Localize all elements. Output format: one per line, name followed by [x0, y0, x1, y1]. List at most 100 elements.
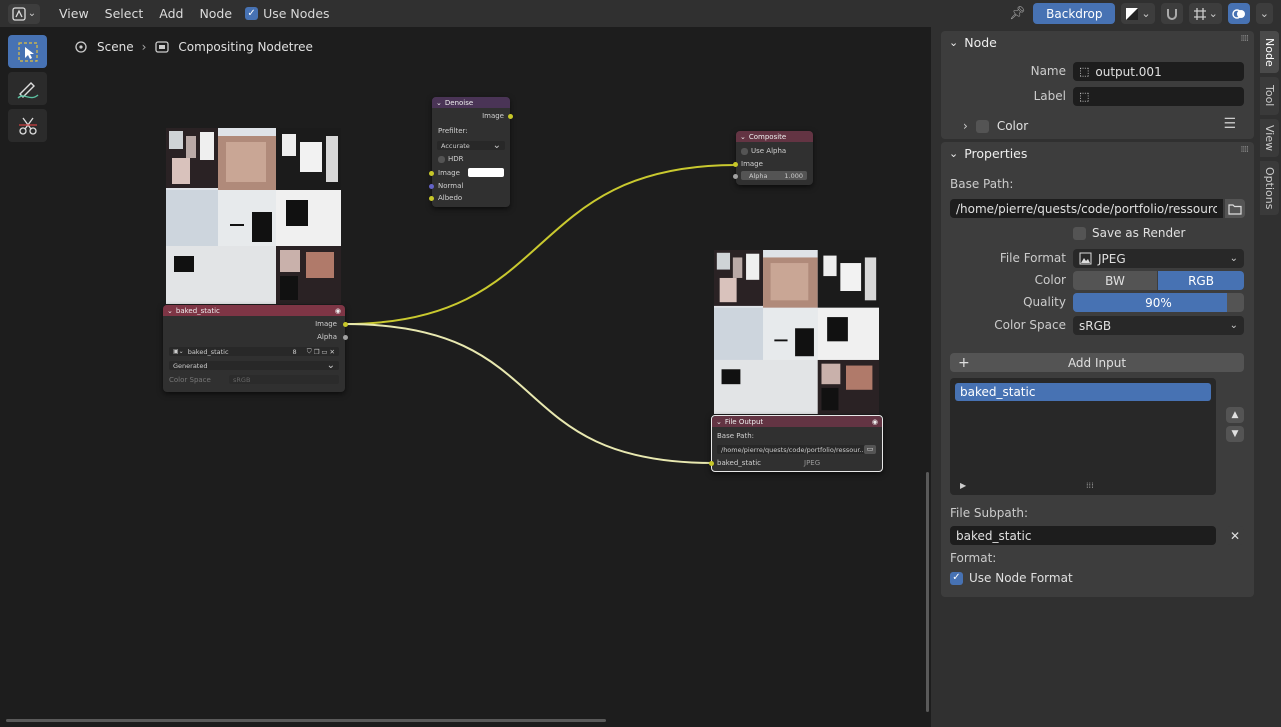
node-name-field[interactable]: ⬚ output.001	[1073, 62, 1244, 81]
menu-view[interactable]: View	[52, 3, 96, 24]
denoise-normal-input-socket[interactable]	[429, 184, 434, 189]
breadcrumb-scene[interactable]: Scene	[97, 40, 134, 54]
save-as-render-label: Save as Render	[1092, 226, 1186, 240]
color-mode-bw[interactable]: BW	[1073, 271, 1157, 290]
overlay-dropdown[interactable]: ⌄	[1255, 3, 1273, 24]
folder-icon[interactable]: ▭	[864, 445, 876, 454]
denoise-hdr-checkbox[interactable]	[438, 156, 445, 163]
composite-node[interactable]: ⌄ Composite Use Alpha Image Alpha 1.000	[733, 131, 813, 185]
add-input-label: Add Input	[1067, 355, 1127, 370]
breadcrumb-nodetree[interactable]: Compositing Nodetree	[178, 40, 313, 54]
folder-icon[interactable]: ▭	[321, 348, 327, 356]
annotate-tool[interactable]	[8, 72, 47, 105]
use-node-format-checkbox[interactable]: ✓	[950, 571, 963, 585]
link-image-to-file-output	[344, 323, 714, 464]
collapse-chevron-icon[interactable]: ⌄	[740, 133, 746, 141]
file-format-dropdown[interactable]: JPEG ⌄	[1073, 249, 1244, 268]
snap-mode-selector[interactable]: ⌄	[1188, 3, 1222, 24]
image-colorspace-value: sRGB	[233, 375, 251, 384]
tab-node[interactable]: Node	[1260, 31, 1279, 73]
color-space-dropdown[interactable]: sRGB ⌄	[1073, 316, 1244, 335]
composite-image-input-socket[interactable]	[733, 162, 738, 167]
browse-folder-button[interactable]	[1225, 199, 1245, 218]
file-output-node[interactable]: ⌄ File Output ◉ Base Path: /home/pierre/…	[709, 415, 883, 472]
composite-alpha-field[interactable]: Alpha 1.000	[741, 171, 807, 180]
denoise-image-color-swatch[interactable]	[468, 168, 504, 177]
add-input-button[interactable]: + Add Input	[950, 353, 1244, 372]
file-subpath-value: baked_static	[956, 528, 1032, 543]
base-path-field[interactable]: /home/pierre/quests/code/portfolio/resso…	[950, 199, 1223, 218]
node-editor-canvas[interactable]: Scene › Compositing Nodetree ⌄ baked_sta…	[0, 27, 931, 727]
denoise-prefilter-dropdown[interactable]: Accurate ⌄	[437, 140, 505, 151]
image-output-socket[interactable]	[343, 322, 348, 327]
move-down-button[interactable]: ▼	[1226, 426, 1244, 442]
remove-input-button[interactable]: ✕	[1226, 526, 1244, 545]
node-label-field[interactable]: ⬚	[1073, 87, 1244, 106]
snap-toggle[interactable]	[1160, 3, 1183, 24]
fake-user-icon[interactable]: ⛉	[307, 347, 312, 356]
inputs-list[interactable]: baked_static ▶ ⁞⁞⁞	[950, 378, 1216, 495]
save-as-render-checkbox[interactable]	[1073, 226, 1086, 240]
drag-handle-icon[interactable]: ⁞⁞⁞⁞	[1241, 34, 1250, 44]
pin-icon[interactable]: 📌︎	[1007, 6, 1027, 21]
quality-slider[interactable]: 90%	[1073, 293, 1244, 312]
tab-options[interactable]: Options	[1260, 161, 1279, 215]
node-panel-header[interactable]: ⌄ Node	[949, 35, 997, 50]
denoise-image-input-socket[interactable]	[429, 171, 434, 176]
denoise-albedo-input-socket[interactable]	[429, 196, 434, 201]
color-mode-rgb[interactable]: RGB	[1158, 271, 1244, 290]
properties-panel-header[interactable]: ⌄ Properties	[949, 146, 1027, 161]
editor-type-selector[interactable]: ⌄	[8, 3, 40, 24]
links-cut-tool[interactable]	[8, 109, 47, 142]
move-up-button[interactable]: ▲	[1226, 407, 1244, 423]
image-node-header[interactable]: ⌄ baked_static ◉	[163, 305, 345, 316]
file-output-node-header[interactable]: ⌄ File Output ◉	[712, 416, 882, 427]
menu-select[interactable]: Select	[98, 3, 151, 24]
image-source-dropdown[interactable]: Generated ⌄	[169, 360, 339, 371]
tab-view[interactable]: View	[1260, 119, 1279, 157]
use-nodes-toggle[interactable]: ✓ Use Nodes	[245, 6, 330, 21]
eye-icon[interactable]: ◉	[335, 307, 341, 315]
denoise-node[interactable]: ⌄ Denoise Image Prefilter: Accurate ⌄ HD…	[429, 97, 513, 207]
alpha-output-socket[interactable]	[343, 335, 348, 340]
drag-handle-icon[interactable]: ⁞⁞⁞⁞	[1241, 145, 1250, 155]
inputs-list-item[interactable]: baked_static	[955, 383, 1211, 401]
collapse-chevron-icon[interactable]: ⌄	[167, 307, 173, 315]
file-output-base-path-label: Base Path:	[717, 432, 755, 440]
channels-selector[interactable]: ⌄	[1121, 3, 1155, 24]
backdrop-button[interactable]: Backdrop	[1033, 3, 1116, 24]
denoise-output-socket[interactable]	[508, 114, 513, 119]
editor-vertical-scrollbar[interactable]	[926, 472, 929, 712]
editor-horizontal-scrollbar[interactable]	[6, 719, 606, 722]
tab-tool[interactable]: Tool	[1260, 77, 1279, 115]
eye-icon[interactable]: ◉	[872, 418, 878, 426]
close-icon[interactable]: ✕	[330, 348, 335, 356]
use-node-format-toggle[interactable]: ✓ Use Node Format	[950, 571, 1073, 585]
color-subpanel-header[interactable]: › Color	[963, 119, 1028, 133]
file-output-input-socket[interactable]	[709, 461, 714, 466]
menu-node[interactable]: Node	[192, 3, 239, 24]
image-datablock-selector[interactable]: ▣⌄ baked_static 8 ⛉ ❐ ▭ ✕	[169, 347, 339, 356]
composite-use-alpha-checkbox[interactable]	[741, 148, 748, 155]
menu-add[interactable]: Add	[152, 3, 190, 24]
collapse-chevron-icon[interactable]: ⌄	[436, 99, 442, 107]
select-box-tool[interactable]	[8, 35, 47, 68]
breadcrumb: Scene › Compositing Nodetree	[73, 40, 313, 54]
list-icon[interactable]: ☰	[1223, 116, 1236, 132]
denoise-node-header[interactable]: ⌄ Denoise	[432, 97, 510, 108]
use-custom-color-checkbox[interactable]	[975, 119, 989, 133]
list-resize-grip-icon[interactable]: ⁞⁞⁞	[1086, 481, 1094, 490]
image-node[interactable]: ⌄ baked_static ◉ Image Alpha ▣⌄ baked_st…	[163, 305, 348, 392]
composite-node-header[interactable]: ⌄ Composite	[736, 131, 813, 142]
chevron-down-icon: ⌄	[1141, 7, 1151, 20]
file-output-base-path-field[interactable]: /home/pierre/quests/code/portfolio/resso…	[717, 445, 866, 454]
save-as-render-toggle[interactable]: Save as Render	[1073, 226, 1185, 240]
list-filter-toggle-icon[interactable]: ▶	[960, 481, 966, 490]
duplicate-icon[interactable]: ❐	[314, 348, 320, 356]
overlay-toggle[interactable]	[1227, 3, 1250, 24]
collapse-chevron-icon[interactable]: ⌄	[716, 418, 722, 426]
file-subpath-field[interactable]: baked_static	[950, 526, 1216, 545]
use-nodes-checkbox[interactable]: ✓	[245, 7, 259, 20]
composite-alpha-input-socket[interactable]	[733, 174, 738, 179]
chevron-down-icon: ⌄	[27, 8, 37, 19]
